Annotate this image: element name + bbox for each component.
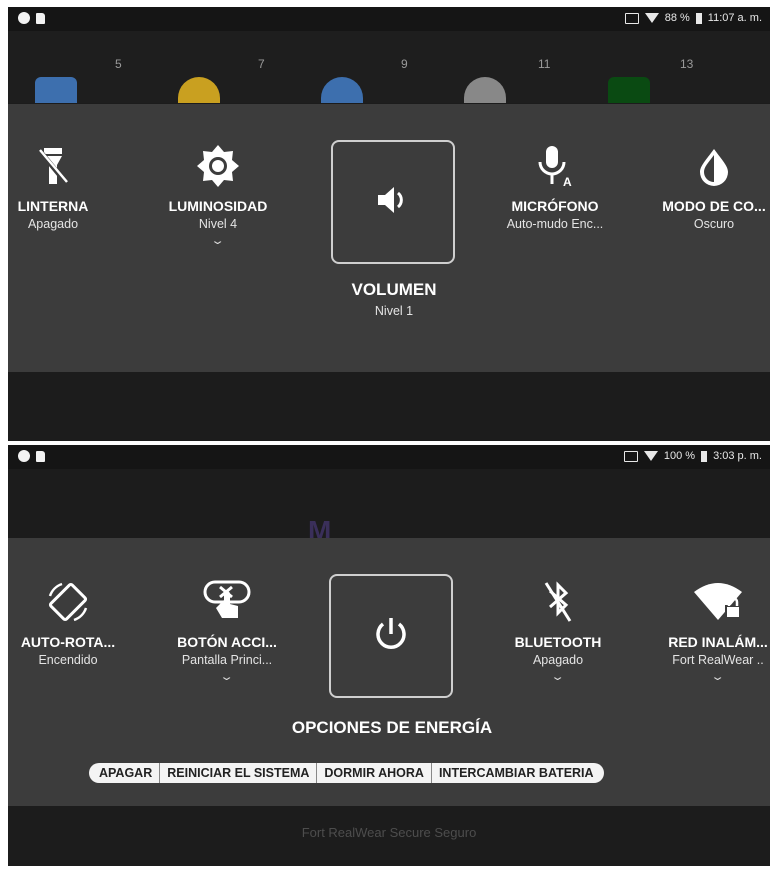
tile-label: LINTERNA [17, 198, 89, 214]
tile-status: Fort RealWear .. [672, 653, 764, 667]
selected-tile-label: OPCIONES DE ENERGÍA [291, 718, 493, 737]
tile-status: Apagado [532, 653, 584, 667]
cast-icon [624, 12, 639, 24]
bluetooth-off-icon [493, 578, 623, 626]
tile-status: Auto-mudo Enc... [506, 217, 604, 231]
wifi-icon [644, 13, 659, 23]
status-bar: 88 % 11:07 a. m. [8, 7, 770, 31]
svg-text:A: A [563, 175, 572, 188]
wifi-lock-icon [653, 578, 770, 626]
tile-wifi[interactable]: RED INALÁM... Fort RealWear .. ⌄ [653, 578, 770, 685]
tile-bluetooth[interactable]: BLUETOOTH Apagado ⌄ [493, 578, 623, 685]
tile-action-button[interactable]: BOTÓN ACCI... Pantalla Princi... ⌄ [162, 578, 292, 685]
screenshot-volume: 88 % 11:07 a. m. 5 7 9 11 13 LINTERNA Ap… [8, 7, 770, 441]
app-number: 11 [538, 57, 551, 71]
restart-button[interactable]: REINICIAR EL SISTEMA [160, 763, 318, 783]
sd-card-icon [36, 450, 45, 462]
sd-card-icon [36, 12, 45, 24]
power-icon [371, 614, 411, 659]
chevron-down-icon[interactable]: ⌄ [551, 670, 566, 683]
quick-settings-panel: LINTERNA Apagado LUMINOSIDAD Nivel 4 ⌄ V… [8, 104, 770, 372]
clock: 11:07 a. m. [707, 12, 762, 24]
wifi-icon [643, 451, 658, 461]
tile-status: Nivel 4 [198, 217, 238, 231]
tile-status: Pantalla Princi... [181, 653, 273, 667]
battery-charging-icon [701, 450, 708, 462]
swap-battery-button[interactable]: INTERCAMBIAR BATERIA [431, 763, 604, 783]
battery-level: 100 % [663, 450, 696, 462]
sleep-button[interactable]: DORMIR AHORA [317, 763, 432, 783]
tile-brightness[interactable]: LUMINOSIDAD Nivel 4 ⌄ [153, 142, 283, 249]
battery-level: 88 % [664, 12, 690, 24]
tile-label: BLUETOOTH [514, 634, 602, 650]
app-icon[interactable] [608, 77, 650, 103]
battery-icon [695, 12, 702, 24]
brightness-icon [153, 142, 283, 190]
notification-dot-icon [18, 450, 30, 462]
action-button-icon [162, 578, 292, 626]
power-options-bar: APAGAR REINICIAR EL SISTEMA DORMIR AHORA… [89, 763, 604, 783]
contrast-icon [649, 142, 770, 190]
tile-label: MICRÓFONO [511, 198, 599, 214]
quick-settings-panel: AUTO-ROTA... Encendido BOTÓN ACCI... Pan… [8, 538, 770, 806]
tile-label: AUTO-ROTA... [20, 634, 116, 650]
folder-app-icon[interactable] [35, 77, 77, 103]
app-number: 9 [401, 57, 408, 71]
microphone-auto-icon: A [490, 142, 620, 190]
app-number: 5 [115, 57, 122, 71]
clock: 3:03 p. m. [713, 450, 762, 462]
tile-auto-rotate[interactable]: AUTO-ROTA... Encendido [8, 578, 133, 667]
tile-label: BOTÓN ACCI... [177, 634, 277, 650]
shutdown-button[interactable]: APAGAR [89, 763, 161, 783]
app-number: 13 [680, 57, 694, 71]
flashlight-off-icon [8, 142, 118, 190]
tile-status: Apagado [27, 217, 79, 231]
tile-label: MODO DE CO... [662, 198, 766, 214]
selected-tile-label: VOLUMEN [351, 280, 437, 299]
tile-color-mode[interactable]: MODO DE CO... Oscuro [649, 142, 770, 231]
auto-rotate-icon [8, 578, 133, 626]
tile-label: RED INALÁM... [668, 634, 768, 650]
tile-label: LUMINOSIDAD [168, 198, 268, 214]
selected-tile-status: Nivel 1 [374, 304, 414, 318]
chevron-down-icon[interactable]: ⌄ [220, 670, 235, 683]
notification-dot-icon [18, 12, 30, 24]
footer-network-text: Fort RealWear Secure Seguro [301, 825, 477, 840]
chevron-down-icon[interactable]: ⌄ [211, 234, 226, 247]
home-background [8, 31, 770, 103]
cast-icon [623, 450, 638, 462]
tile-status: Oscuro [693, 217, 735, 231]
tile-flashlight[interactable]: LINTERNA Apagado [8, 142, 118, 231]
app-number: 7 [258, 57, 265, 71]
tile-power-selected[interactable] [329, 574, 453, 698]
screenshot-power: 100 % 3:03 p. m. M AUTO-ROTA... Encendid… [8, 445, 770, 866]
tile-status: Encendido [38, 653, 98, 667]
tile-volume-selected[interactable] [331, 140, 455, 264]
tile-microphone[interactable]: A MICRÓFONO Auto-mudo Enc... [490, 142, 620, 231]
status-bar: 100 % 3:03 p. m. [8, 445, 770, 469]
chevron-down-icon[interactable]: ⌄ [711, 670, 726, 683]
volume-icon [376, 183, 410, 222]
